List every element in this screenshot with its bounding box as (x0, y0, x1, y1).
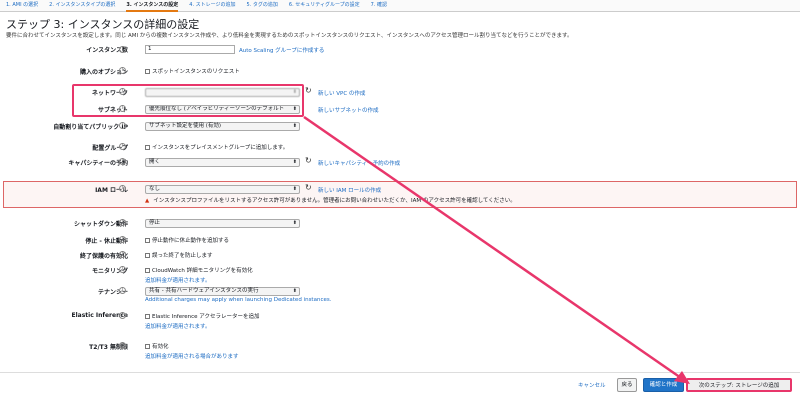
checkbox-box[interactable] (145, 69, 150, 74)
info-icon[interactable]: i (119, 342, 126, 349)
back-button[interactable]: 戻る (617, 378, 637, 392)
tab-instance-type[interactable]: 2. インスタンスタイプの選択 (49, 0, 115, 12)
iam-role-value: なし (149, 186, 161, 192)
t2-unlimited-checkbox-label: 有効化 (152, 344, 169, 350)
cancel-button[interactable]: キャンセル (578, 381, 606, 389)
tab-ami[interactable]: 1. AMI の選択 (6, 0, 38, 12)
warning-icon: ▲ (145, 198, 150, 204)
iam-warning: ▲ インスタンスプロファイルをリストするアクセス許可がありません。管理者にお問い合… (145, 196, 516, 204)
info-icon[interactable]: i (119, 158, 126, 165)
shutdown-select[interactable]: 停止 ⬍ (145, 219, 300, 228)
tab-security-group[interactable]: 6. セキュリティグループの設定 (289, 0, 360, 12)
page-description: 要件に合わせてインスタンスを設定します。同じ AMI からの複数インスタンス作成… (6, 33, 573, 39)
info-icon[interactable]: i (119, 312, 126, 319)
new-vpc-link[interactable]: 新しい VPC の作成 (318, 89, 365, 97)
hibernate-checkbox[interactable]: 停止動作に休止動作を追加する (145, 236, 229, 244)
tab-tags[interactable]: 5. タグの追加 (247, 0, 278, 12)
checkbox-box[interactable] (145, 238, 150, 243)
checkbox-box[interactable] (145, 314, 150, 319)
tenancy-select[interactable]: 共有 - 共有ハードウェアインスタンスの実行 ⬍ (145, 287, 300, 296)
checkbox-box[interactable] (145, 145, 150, 150)
info-icon[interactable]: i (119, 236, 126, 243)
info-icon[interactable]: i (119, 67, 126, 74)
checkbox-box[interactable] (145, 344, 150, 349)
new-iam-role-link[interactable]: 新しい IAM ロールの作成 (318, 186, 381, 194)
spot-checkbox[interactable]: スポットインスタンスのリクエスト (145, 67, 240, 75)
info-icon[interactable]: i (119, 185, 126, 192)
monitoring-charges-link[interactable]: 追加料金が適用されます。 (145, 276, 210, 284)
checkbox-box[interactable] (145, 268, 150, 273)
spot-checkbox-label: スポットインスタンスのリクエスト (152, 69, 240, 75)
network-subnet-highlight (72, 84, 304, 117)
next-storage-button[interactable]: 次のステップ: ストレージの追加 (686, 378, 792, 392)
elastic-inference-checkbox-label: Elastic Inference アクセラレーターを追加 (152, 314, 260, 320)
new-capacity-link[interactable]: 新しいキャパシティー予約の作成 (318, 159, 400, 167)
termination-checkbox-label: 誤った終了を防止します (152, 253, 213, 259)
public-ip-select[interactable]: サブネット設定を使用 (有効) ⬍ (145, 122, 300, 131)
elastic-inference-charges-link[interactable]: 追加料金が適用されます。 (145, 322, 210, 330)
select-arrow-icon: ⬍ (292, 186, 297, 192)
wizard-tabs: 1. AMI の選択 2. インスタンスタイプの選択 3. インスタンスの設定 … (0, 0, 800, 12)
hibernate-checkbox-label: 停止動作に休止動作を追加する (152, 238, 230, 244)
info-icon[interactable]: i (119, 219, 126, 226)
new-subnet-link[interactable]: 新しいサブネットの作成 (318, 106, 379, 114)
refresh-icon[interactable]: ↻ (305, 86, 312, 95)
page-title: ステップ 3: インスタンスの詳細の設定 (6, 18, 200, 31)
auto-scaling-link[interactable]: Auto Scaling グループに作成する (239, 46, 324, 54)
info-icon[interactable]: i (119, 143, 126, 150)
tenancy-charges-link[interactable]: Additional charges may apply when launch… (145, 297, 331, 303)
monitoring-checkbox[interactable]: CloudWatch 詳細モニタリングを有効化 (145, 266, 253, 274)
instance-count-input[interactable]: 1 (145, 45, 235, 54)
tenancy-value: 共有 - 共有ハードウェアインスタンスの実行 (149, 288, 259, 294)
info-icon[interactable]: i (119, 266, 126, 273)
checkbox-box[interactable] (145, 253, 150, 258)
shutdown-value: 停止 (149, 220, 161, 226)
tab-configure[interactable]: 3. インスタンスの設定 (126, 0, 179, 12)
capacity-select[interactable]: 開く ⬍ (145, 158, 300, 167)
termination-checkbox[interactable]: 誤った終了を防止します (145, 251, 213, 259)
refresh-icon[interactable]: ↻ (305, 156, 312, 165)
select-arrow-icon: ⬍ (292, 123, 297, 129)
refresh-icon[interactable]: ↻ (305, 183, 312, 192)
public-ip-value: サブネット設定を使用 (有効) (149, 123, 222, 129)
tab-storage[interactable]: 4. ストレージの追加 (189, 0, 235, 12)
iam-warning-text: インスタンスプロファイルをリストするアクセス許可がありません。管理者にお問い合わ… (153, 198, 516, 204)
t2-unlimited-checkbox[interactable]: 有効化 (145, 342, 169, 350)
info-icon[interactable]: i (119, 251, 126, 258)
select-arrow-icon: ⬍ (292, 159, 297, 165)
info-icon[interactable]: i (119, 46, 126, 53)
placement-checkbox-label: インスタンスをプレイスメントグループに追加します。 (152, 145, 289, 151)
info-icon[interactable]: i (119, 287, 126, 294)
tab-review[interactable]: 7. 確認 (371, 0, 387, 12)
placement-checkbox[interactable]: インスタンスをプレイスメントグループに追加します。 (145, 143, 288, 151)
capacity-value: 開く (149, 159, 161, 165)
select-arrow-icon: ⬍ (292, 220, 297, 226)
select-arrow-icon: ⬍ (292, 288, 297, 294)
review-launch-button[interactable]: 確認と作成 (643, 378, 684, 392)
info-icon[interactable]: i (119, 122, 126, 129)
public-ip-label: 自動割り当てパブリック IP (53, 124, 128, 131)
monitoring-checkbox-label: CloudWatch 詳細モニタリングを有効化 (152, 268, 253, 274)
iam-role-select[interactable]: なし ⬍ (145, 185, 300, 194)
t2-charges-link[interactable]: 追加料金が適用される場合があります (145, 352, 239, 360)
elastic-inference-checkbox[interactable]: Elastic Inference アクセラレーターを追加 (145, 312, 260, 320)
